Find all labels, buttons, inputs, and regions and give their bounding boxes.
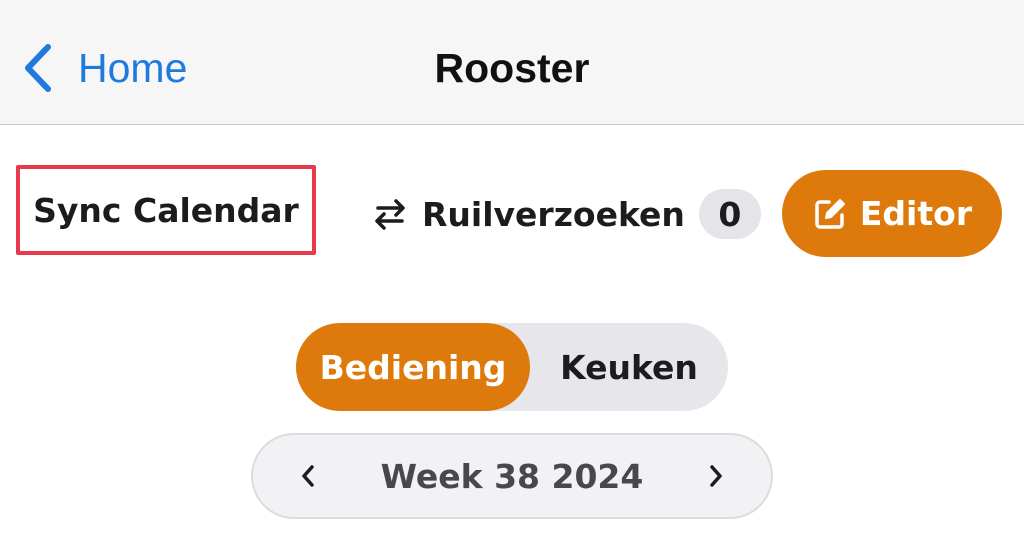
segment-keuken[interactable]: Keuken [530, 323, 728, 411]
nav-bar: Home Rooster [0, 0, 1024, 125]
edit-icon [812, 196, 860, 232]
editor-button[interactable]: Editor [782, 170, 1002, 257]
chevron-right-icon [706, 462, 726, 490]
next-week-button[interactable] [681, 435, 751, 517]
swap-requests-button[interactable]: Ruilverzoeken 0 [372, 189, 761, 239]
previous-week-button[interactable] [273, 435, 343, 517]
editor-label: Editor [859, 194, 973, 233]
swap-arrows-icon [372, 196, 408, 232]
week-navigator: Week 38 2024 [251, 433, 773, 519]
swap-requests-count-badge: 0 [698, 189, 761, 239]
swap-requests-label: Ruilverzoeken [422, 194, 685, 234]
department-segmented-control: Bediening Keuken [296, 323, 728, 411]
segment-bediening[interactable]: Bediening [296, 323, 530, 411]
page-title: Rooster [434, 45, 590, 91]
sync-calendar-button[interactable]: Sync Calendar [16, 165, 316, 255]
week-label: Week 38 2024 [380, 456, 644, 496]
chevron-left-icon [298, 462, 318, 490]
